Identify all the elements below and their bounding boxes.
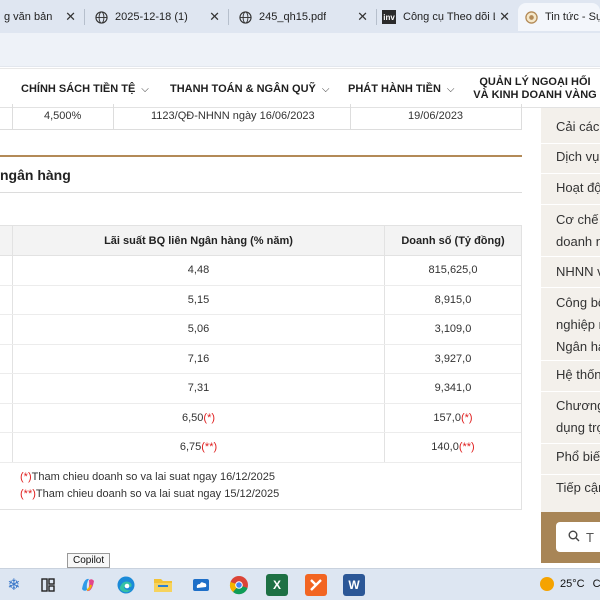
close-icon[interactable]: ✕	[357, 9, 368, 25]
temperature: 25°C	[560, 578, 585, 590]
weather-condition: C	[592, 578, 600, 590]
nav-label: THANH TOÁN & NGÂN QUỸ	[170, 83, 316, 95]
browser-tab[interactable]: 2025-12-18 (1) ✕	[88, 3, 226, 31]
section-divider	[0, 155, 522, 157]
browser-tab-active[interactable]: Tin tức - Sự ki	[518, 3, 600, 31]
rate-cell: 4,500%	[44, 110, 82, 122]
nav-label: VÀ KINH DOANH VÀNG	[473, 89, 597, 101]
sales-cell: 3,927,0	[434, 352, 472, 365]
title-underline	[0, 192, 522, 193]
rate-cell: 5,15	[187, 293, 210, 306]
nav-label: PHÁT HÀNH TIỀN	[348, 83, 441, 95]
table-row: 7,31 9,341,0	[0, 374, 521, 404]
nav-label: QUẢN LÝ NGOẠI HỐI	[479, 76, 591, 88]
rate-cell: 5,06	[187, 323, 210, 335]
browser-tab[interactable]: g văn bản ✕	[0, 3, 82, 31]
footnote: (**)Tham chieu doanh so va lai suat ngay…	[20, 488, 280, 500]
cloud-app-icon[interactable]	[190, 574, 212, 596]
interbank-rate-table: Lãi suất BQ liên Ngân hàng (% năm) Doanh…	[0, 225, 522, 510]
rate-cell: 6,50(*)	[181, 411, 216, 424]
sidebar-link[interactable]: Công bố nghiệp n Ngân hà	[541, 288, 600, 361]
globe-icon	[238, 10, 252, 24]
chrome-icon[interactable]	[228, 574, 250, 596]
table-row: 4,500% 1123/QĐ-NHNN ngày 16/06/2023 19/0…	[0, 104, 522, 130]
rate-cell: 7,31	[187, 382, 210, 394]
search-input[interactable]: T	[556, 522, 600, 552]
excel-icon[interactable]: X	[266, 574, 288, 596]
browser-tab-strip: g văn bản ✕ 2025-12-18 (1) ✕ 245_qh15.pd…	[0, 0, 600, 33]
section-title: ngân hàng	[0, 167, 71, 183]
nav-label: CHÍNH SÁCH TIỀN TỆ	[21, 83, 136, 95]
nav-item-monetary-policy[interactable]: CHÍNH SÁCH TIỀN TỆ ⌵	[21, 69, 149, 109]
close-icon[interactable]: ✕	[65, 9, 76, 25]
browser-toolbar	[0, 33, 600, 67]
sidebar-link[interactable]: Hoạt độ	[541, 174, 600, 205]
footnote: (*)Tham chieu doanh so va lai suat ngay …	[20, 471, 276, 483]
tab-label: Tin tức - Sự ki	[545, 11, 600, 23]
close-icon[interactable]: ✕	[209, 9, 220, 25]
table-header: Lãi suất BQ liên Ngân hàng (% năm) Doanh…	[0, 226, 521, 256]
sidebar-link[interactable]: Tiếp cận	[541, 475, 600, 507]
rate-cell: 4,48	[187, 264, 210, 276]
effective-date-cell: 19/06/2023	[408, 110, 464, 122]
copilot-tooltip: Copilot	[67, 553, 111, 568]
inv-logo-icon: inv	[382, 10, 396, 24]
edge-icon[interactable]	[115, 574, 137, 596]
search-placeholder: T	[586, 529, 594, 545]
browser-tab[interactable]: inv Công cụ Theo dõi Lãi ✕	[380, 3, 516, 31]
search-icon	[568, 530, 580, 545]
copilot-icon[interactable]	[77, 574, 99, 596]
rate-cell: 7,16	[187, 352, 210, 365]
sidebar-link[interactable]: Phổ biến	[541, 444, 600, 475]
tab-label: 2025-12-18 (1)	[115, 11, 188, 23]
tab-label: Công cụ Theo dõi Lãi	[403, 11, 495, 23]
sales-cell: 815,625,0	[428, 264, 478, 276]
sidebar-link[interactable]: NHNN v	[541, 257, 600, 288]
rate-cell: 6,75(**)	[179, 441, 218, 453]
sidebar-link[interactable]: Chương dụng trọ	[541, 392, 600, 444]
sales-cell: 9,341,0	[434, 382, 472, 394]
foxit-icon[interactable]	[305, 574, 327, 596]
task-view-icon[interactable]	[37, 574, 59, 596]
bank-logo-icon	[524, 10, 538, 24]
sales-cell: 157,0(*)	[433, 411, 473, 424]
word-icon[interactable]: W	[343, 574, 365, 596]
table-row: 5,06 3,109,0	[0, 315, 521, 345]
decision-cell: 1123/QĐ-NHNN ngày 16/06/2023	[151, 110, 315, 122]
sidebar-link[interactable]: Cải cách	[541, 114, 600, 144]
browser-tab[interactable]: 245_qh15.pdf ✕	[232, 3, 374, 31]
snowflake-icon[interactable]: ❄	[3, 574, 25, 596]
sidebar-link[interactable]: Cơ chế doanh n	[541, 205, 600, 257]
chevron-down-icon: ⌵	[446, 83, 455, 95]
nav-item-currency-issuance[interactable]: PHÁT HÀNH TIỀN ⌵	[348, 69, 454, 109]
chevron-down-icon: ⌵	[321, 83, 330, 95]
sales-cell: 3,109,0	[434, 323, 472, 335]
sidebar-link[interactable]: Dịch vụ	[541, 144, 600, 174]
nav-item-payment-treasury[interactable]: THANH TOÁN & NGÂN QUỸ ⌵	[170, 69, 329, 109]
tab-label: g văn bản	[4, 11, 53, 23]
sun-icon	[540, 577, 554, 591]
tab-label: 245_qh15.pdf	[259, 11, 327, 23]
sidebar-link[interactable]: Hệ thốn	[541, 361, 600, 392]
close-icon[interactable]: ✕	[499, 9, 510, 25]
table-row: 6,50(*) 157,0(*)	[0, 404, 521, 433]
sales-cell: 140,0(**)	[431, 441, 475, 453]
column-header-rate: Lãi suất BQ liên Ngân hàng (% năm)	[104, 235, 293, 247]
sales-cell: 8,915,0	[434, 293, 472, 306]
table-row: 7,16 3,927,0	[0, 345, 521, 374]
table-row: 5,15 8,915,0	[0, 286, 521, 315]
table-row: 4,48 815,625,0	[0, 256, 521, 286]
sidebar-search-panel: T	[541, 512, 600, 563]
file-explorer-icon[interactable]	[152, 574, 174, 596]
globe-icon	[94, 10, 108, 24]
table-row: 6,75(**) 140,0(**)	[0, 433, 521, 463]
column-header-sales: Doanh số (Tỷ đồng)	[401, 235, 505, 247]
taskbar: ❄ X W 25°C C	[0, 568, 600, 600]
chevron-down-icon: ⌵	[141, 83, 149, 95]
weather-widget[interactable]: 25°C C	[540, 577, 600, 591]
nav-item-forex-gold[interactable]: QUẢN LÝ NGOẠI HỐI VÀ KINH DOANH VÀNG	[473, 69, 597, 109]
site-navigation: CHÍNH SÁCH TIỀN TỆ ⌵ THANH TOÁN & NGÂN Q…	[0, 68, 600, 108]
